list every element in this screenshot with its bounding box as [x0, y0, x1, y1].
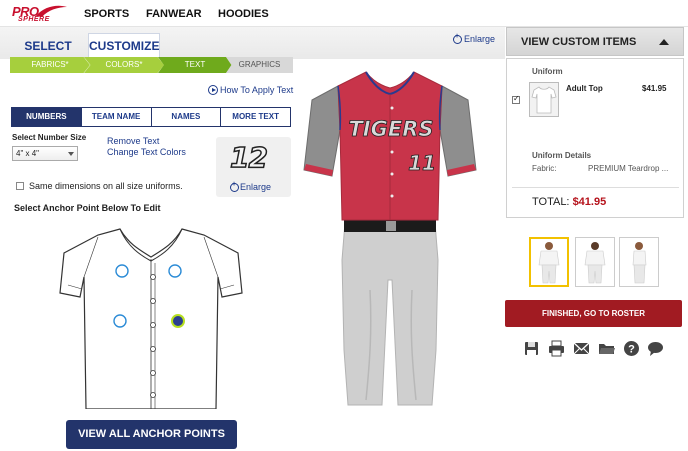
top-nav: PRO SPHERE SPORTS FANWEAR HOODIES: [0, 0, 688, 27]
player-side-icon: [632, 242, 647, 284]
total-amount: $41.95: [572, 196, 607, 208]
enlarge-uniform-link[interactable]: Enlarge: [453, 33, 495, 44]
item-thumbnail: [529, 82, 559, 117]
number-size-select[interactable]: 4" x 4": [12, 146, 78, 161]
nav-fanwear[interactable]: FANWEAR: [146, 8, 202, 20]
how-to-link[interactable]: How To Apply Text: [208, 85, 293, 95]
panel-divider: [512, 187, 679, 188]
action-icons-bar: ?: [523, 340, 665, 358]
view-thumbnail-side[interactable]: [619, 237, 659, 287]
player-back-icon: [584, 242, 606, 284]
folder-icon[interactable]: [598, 340, 615, 357]
chat-icon[interactable]: [647, 340, 664, 357]
anchor-point-right-chest[interactable]: [168, 264, 182, 278]
save-icon[interactable]: [523, 340, 540, 357]
tab-select[interactable]: SELECT: [12, 37, 84, 55]
step-fabrics[interactable]: FABRICS*: [10, 57, 90, 73]
number-preview-text: 12: [229, 140, 268, 175]
jersey-number-text: 11: [408, 151, 436, 175]
zoom-in-icon: [230, 181, 239, 192]
tab-customize[interactable]: CUSTOMIZE: [88, 33, 160, 57]
step-breadcrumb: FABRICS* COLORS* TEXT GRAPHICS: [10, 57, 293, 73]
fabric-label: Fabric:: [532, 164, 557, 173]
uniform-details-title: Uniform Details: [532, 151, 592, 160]
view-thumbnail-front[interactable]: [529, 237, 569, 287]
svg-text:?: ?: [628, 344, 635, 356]
email-icon[interactable]: [573, 340, 590, 357]
remove-text-link[interactable]: Remove Text: [107, 136, 159, 146]
step-text[interactable]: TEXT: [158, 57, 232, 73]
uniform-preview[interactable]: TIGERS 11: [300, 60, 480, 410]
zoom-in-icon: [453, 33, 462, 44]
view-all-anchor-points-button[interactable]: VIEW ALL ANCHOR POINTS: [66, 420, 237, 449]
anchor-point-right-front-selected[interactable]: [171, 314, 185, 328]
view-custom-items-toggle[interactable]: VIEW CUSTOM ITEMS: [506, 27, 684, 56]
chevron-down-icon: [68, 152, 74, 156]
order-total: TOTAL: $41.95: [532, 196, 607, 208]
player-front-icon: [538, 242, 560, 284]
subtab-numbers[interactable]: NUMBERS: [12, 108, 81, 126]
nav-sports[interactable]: SPORTS: [84, 8, 129, 20]
item-name: Adult Top: [566, 84, 603, 93]
subtab-more-text[interactable]: MORE TEXT: [220, 108, 290, 126]
subtab-names[interactable]: NAMES: [150, 108, 221, 126]
brand-logo[interactable]: PRO SPHERE: [12, 4, 68, 24]
enlarge-number-link[interactable]: Enlarge: [230, 181, 271, 192]
number-size-label: Select Number Size: [12, 133, 87, 142]
anchor-title: Select Anchor Point Below To Edit: [14, 203, 161, 213]
subtab-team-name[interactable]: TEAM NAME: [80, 108, 151, 126]
same-dimensions-label: Same dimensions on all size uniforms.: [29, 181, 183, 191]
help-icon[interactable]: ?: [623, 340, 640, 357]
nav-hoodies[interactable]: HOODIES: [218, 8, 269, 20]
step-graphics[interactable]: GRAPHICS: [226, 57, 293, 73]
anchor-jersey-diagram: [59, 228, 243, 409]
item-price: $41.95: [642, 84, 667, 93]
item-checkbox[interactable]: [512, 94, 520, 104]
shirt-icon: [531, 86, 557, 114]
step-colors[interactable]: COLORS*: [84, 57, 164, 73]
collapse-up-icon: [659, 39, 669, 45]
customizer-page: PRO SPHERE SPORTS FANWEAR HOODIES SELECT…: [0, 0, 688, 451]
finished-go-to-roster-button[interactable]: FINISHED, GO TO ROSTER: [505, 300, 682, 327]
text-subtabs: NUMBERS TEAM NAME NAMES MORE TEXT: [11, 107, 291, 127]
jersey-team-text: TIGERS: [348, 117, 433, 141]
change-text-colors-link[interactable]: Change Text Colors: [107, 147, 186, 157]
view-thumbnail-back[interactable]: [575, 237, 615, 287]
play-icon: [208, 85, 218, 95]
anchor-point-left-chest[interactable]: [115, 264, 129, 278]
anchor-point-left-front[interactable]: [113, 314, 127, 328]
panel-section-title: Uniform: [532, 67, 563, 76]
print-icon[interactable]: [548, 340, 565, 357]
same-dimensions-checkbox[interactable]: [16, 182, 24, 190]
fabric-value: PREMIUM Teardrop ...: [588, 164, 669, 173]
